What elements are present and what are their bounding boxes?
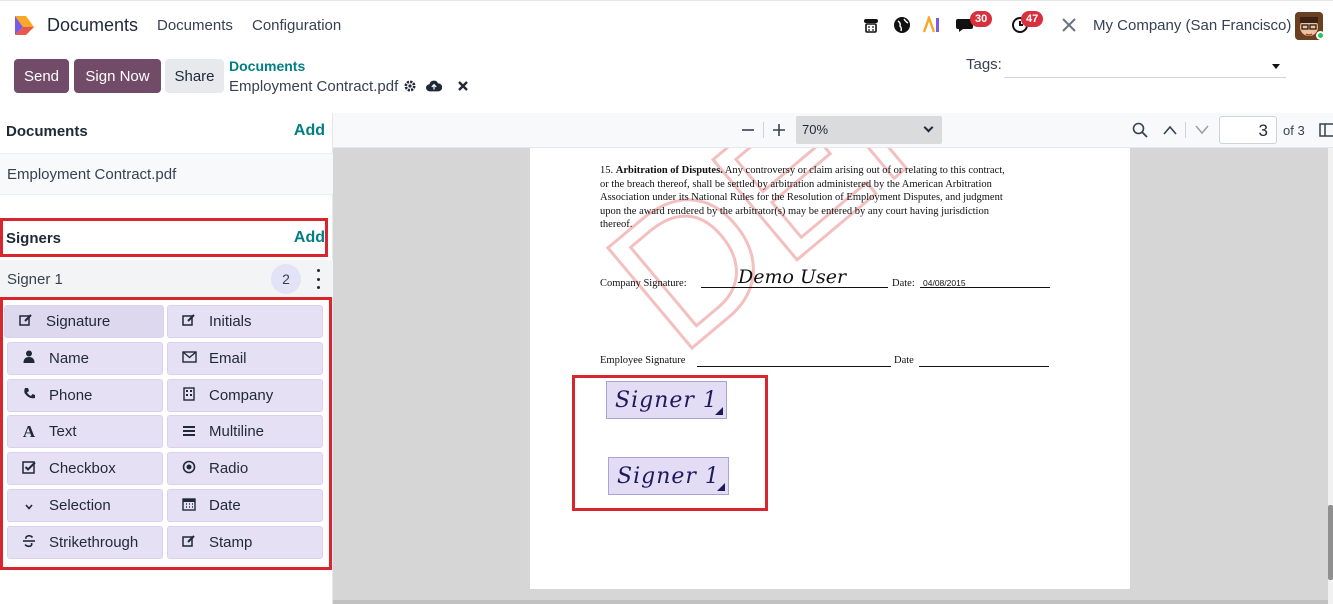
sidebar-toggle-icon[interactable]: [1317, 120, 1333, 140]
send-button[interactable]: Send: [14, 59, 69, 93]
pdf-viewer[interactable]: DEMO 15. Arbitration of Disputes. Any co…: [333, 148, 1330, 604]
page-number-input[interactable]: 3: [1219, 116, 1277, 144]
horizontal-scrollbar[interactable]: [333, 600, 1328, 604]
signers-highlight-box: [0, 218, 328, 257]
employee-date-label: Date: [894, 355, 914, 366]
arbitration-clause: 15. Arbitration of Disputes. Any controv…: [600, 165, 1005, 231]
company-switcher[interactable]: My Company (San Francisco): [1093, 17, 1291, 34]
caret-down-icon[interactable]: [1272, 64, 1280, 69]
documents-section-title: Documents: [6, 122, 88, 140]
page-total: of 3: [1283, 123, 1305, 138]
employee-date-line: [919, 366, 1049, 367]
pdf-viewer-toolbar: 70% 3 of 3: [333, 113, 1333, 148]
breadcrumb-documents[interactable]: Documents: [229, 58, 305, 74]
documents-section-header: Documents Add: [0, 113, 333, 149]
previous-page-icon[interactable]: [1160, 120, 1180, 140]
date-label: Date:: [892, 278, 915, 289]
menu-documents[interactable]: Documents: [157, 17, 233, 34]
online-status-icon: [1316, 31, 1325, 40]
share-button[interactable]: Share: [165, 59, 224, 93]
document-item[interactable]: Employment Contract.pdf: [0, 153, 333, 195]
gear-icon[interactable]: [402, 77, 418, 95]
app-name[interactable]: Documents: [47, 15, 138, 36]
add-document-link[interactable]: Add: [294, 122, 325, 140]
employee-signature-line: [697, 366, 891, 367]
sign-now-button[interactable]: Sign Now: [74, 59, 161, 93]
messages-badge: 30: [970, 11, 993, 27]
zoom-in-icon[interactable]: [769, 120, 789, 140]
next-page-icon[interactable]: [1192, 120, 1212, 140]
vertical-scrollbar-thumb[interactable]: [1328, 505, 1333, 580]
documents-app-logo[interactable]: [12, 13, 36, 37]
tags-label: Tags:: [966, 56, 1002, 73]
search-icon[interactable]: [1130, 120, 1150, 140]
company-signature-value: Demo User: [738, 266, 847, 288]
cloud-upload-icon[interactable]: [426, 77, 442, 95]
chevron-down-icon: [923, 122, 934, 133]
tools-icon[interactable]: [1059, 15, 1079, 35]
signer-fields-highlight-box: [572, 375, 768, 511]
activities-badge: 47: [1021, 11, 1044, 27]
signer-name: Signer 1: [7, 270, 63, 288]
zoom-value: 70%: [802, 122, 829, 137]
signer-item[interactable]: Signer 1 2: [0, 260, 333, 298]
phone-icon[interactable]: [861, 15, 881, 35]
record-name: Employment Contract.pdf: [229, 78, 399, 95]
toolbar-divider: [1185, 122, 1186, 138]
pdf-page[interactable]: DEMO 15. Arbitration of Disputes. Any co…: [530, 148, 1130, 589]
signer-field-count-badge: 2: [271, 264, 301, 294]
globe-icon[interactable]: [892, 15, 912, 35]
tags-input[interactable]: [1004, 56, 1286, 78]
zoom-out-icon[interactable]: [738, 120, 758, 140]
fields-highlight-box: [0, 297, 332, 570]
date-value: 04/08/2015: [923, 278, 966, 288]
ai-icon[interactable]: [922, 15, 942, 35]
kebab-menu-icon[interactable]: [316, 269, 320, 289]
toolbar-divider: [763, 122, 764, 138]
company-signature-label: Company Signature:: [600, 278, 687, 289]
menu-configuration[interactable]: Configuration: [252, 17, 341, 34]
employee-signature-label: Employee Signature: [600, 355, 686, 366]
zoom-select[interactable]: 70%: [796, 116, 942, 144]
top-navbar: Documents Documents Configuration 30 47 …: [0, 0, 1333, 48]
discard-icon[interactable]: [455, 77, 471, 95]
sign-fields-panel: Documents Add Employment Contract.pdf Si…: [0, 113, 333, 604]
